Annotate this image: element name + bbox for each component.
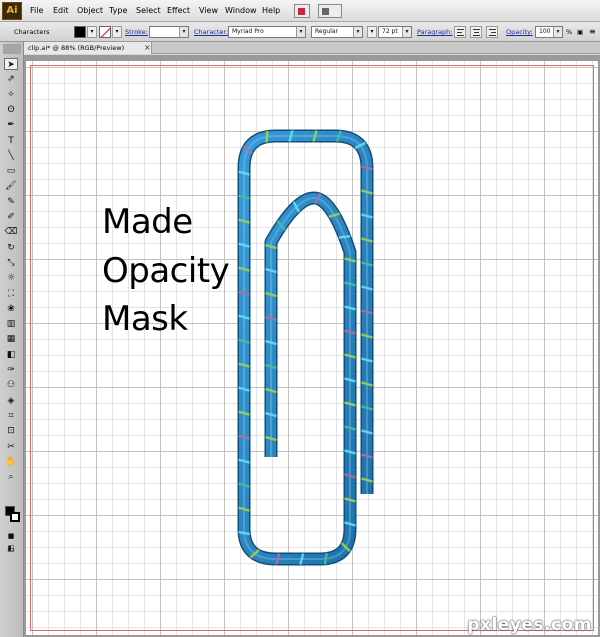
crop-area-tool-icon[interactable]: ⊡	[4, 425, 18, 437]
rectangle-tool-icon[interactable]: ▭	[4, 165, 18, 177]
rotate-tool-icon[interactable]: ↻	[4, 242, 18, 254]
menu-select[interactable]: Select	[136, 0, 161, 22]
warp-tool-icon[interactable]: ☼	[4, 272, 18, 284]
align-right-icon[interactable]	[486, 26, 498, 38]
type-tool-icon[interactable]: T	[4, 135, 18, 147]
opacity-dropdown-icon[interactable]: ▾	[553, 27, 562, 37]
slice-tool-icon[interactable]: ✂	[4, 441, 18, 453]
gradient-tool-icon[interactable]: ◧	[4, 349, 18, 361]
free-transform-tool-icon[interactable]: ⛶	[4, 288, 18, 300]
font-size-field[interactable]: 72 pt ▾	[378, 26, 412, 38]
opacity-unit: %	[566, 28, 573, 36]
selection-type-label: Characters	[14, 28, 50, 36]
blob-brush-tool-icon[interactable]: ✐	[4, 211, 18, 223]
stripe	[338, 235, 351, 239]
line-tool-icon[interactable]: ╲	[4, 150, 18, 162]
opacity-value: 100	[539, 28, 551, 35]
zoom-tool-icon[interactable]: ⌕	[4, 471, 18, 483]
paintbrush-tool-icon[interactable]: 🖌	[4, 180, 18, 192]
live-paint-bucket-tool-icon[interactable]: ◈	[4, 395, 18, 407]
close-tab-icon[interactable]: ×	[144, 42, 152, 54]
caption-line-2[interactable]: Opacity	[102, 251, 262, 291]
menu-help[interactable]: Help	[262, 0, 280, 22]
site-watermark: pxleyes.com	[467, 615, 592, 635]
arrange-documents-icon[interactable]	[318, 4, 342, 18]
paperclip-artwork[interactable]	[26, 61, 598, 635]
magic-wand-tool-icon[interactable]: ✧	[4, 89, 18, 101]
caption-line-1[interactable]: Made	[102, 202, 262, 242]
stroke-weight-dropdown-icon[interactable]: ▾	[179, 27, 188, 37]
font-family-dropdown-icon[interactable]: ▾	[296, 27, 305, 37]
screen-mode-icon[interactable]: ▭	[4, 544, 18, 556]
mesh-tool-icon[interactable]: ▦	[4, 333, 18, 345]
illustrator-logo-icon: Ai	[2, 2, 22, 20]
canvas-area[interactable]: Made Opacity Mask pxleyes.com	[24, 55, 600, 637]
stripe	[323, 552, 328, 565]
blend-tool-icon[interactable]: ⚇	[4, 379, 18, 391]
paragraph-label[interactable]: Paragraph:	[417, 22, 452, 42]
font-style-select[interactable]: Regular ▾	[311, 26, 363, 38]
font-size-dropdown-icon[interactable]: ▾	[402, 27, 411, 37]
control-bar: Characters ▾ ▾ Stroke: ▾ Character: Myri…	[0, 22, 600, 42]
artboard[interactable]: Made Opacity Mask	[26, 61, 598, 635]
symbol-sprayer-tool-icon[interactable]: ❀	[4, 303, 18, 315]
stroke-dropdown-icon[interactable]: ▾	[112, 26, 122, 38]
font-family-select[interactable]: Myriad Pro ▾	[228, 26, 306, 38]
stroke-label[interactable]: Stroke:	[125, 22, 148, 42]
character-label[interactable]: Character:	[194, 22, 228, 42]
stripe	[265, 130, 269, 143]
align-center-icon[interactable]	[470, 26, 482, 38]
document-setup-icon[interactable]: ▣	[577, 22, 583, 42]
panel-menu-icon[interactable]: ≡	[589, 22, 596, 42]
hand-tool-icon[interactable]: ✋	[4, 456, 18, 468]
menu-view[interactable]: View	[199, 0, 218, 22]
menu-window[interactable]: Window	[225, 0, 257, 22]
color-mode-icon[interactable]: ■ ◧	[4, 530, 18, 552]
panel-grip[interactable]	[3, 44, 21, 54]
stroke-swatch-icon[interactable]	[10, 512, 20, 522]
menu-file[interactable]: File	[30, 0, 43, 22]
eyedropper-tool-icon[interactable]: ✑	[4, 364, 18, 376]
stroke-weight-field[interactable]: ▾	[149, 26, 189, 38]
lasso-tool-icon[interactable]: ʘ	[4, 104, 18, 116]
menu-object[interactable]: Object	[77, 0, 103, 22]
pencil-tool-icon[interactable]: ✎	[4, 196, 18, 208]
caption-line-3[interactable]: Mask	[102, 299, 262, 339]
align-left-icon[interactable]	[454, 26, 466, 38]
font-family-value: Myriad Pro	[232, 28, 264, 35]
stroke-color-swatch[interactable]	[99, 26, 111, 38]
graph-tool-icon[interactable]: ▥	[4, 318, 18, 330]
document-tab-title: clip.ai* @ 88% (RGB/Preview)	[28, 44, 125, 52]
document-tab-bar: clip.ai* @ 88% (RGB/Preview) ×	[24, 42, 600, 54]
font-size-value: 72 pt	[382, 28, 398, 35]
font-style-value: Regular	[315, 28, 339, 35]
fill-color-swatch[interactable]	[74, 26, 86, 38]
opacity-field[interactable]: 100 ▾	[535, 26, 563, 38]
document-tab[interactable]: clip.ai* @ 88% (RGB/Preview)	[24, 42, 152, 54]
menu-type[interactable]: Type	[109, 0, 127, 22]
menu-bar: Ai File Edit Object Type Select Effect V…	[0, 0, 600, 22]
live-paint-selection-tool-icon[interactable]: ⌗	[4, 410, 18, 422]
opacity-label[interactable]: Opacity:	[506, 22, 533, 42]
fill-dropdown-icon[interactable]: ▾	[87, 26, 97, 38]
menu-edit[interactable]: Edit	[53, 0, 69, 22]
scale-tool-icon[interactable]: ⤡	[4, 257, 18, 269]
direct-selection-tool-icon[interactable]: ⇗	[4, 73, 18, 85]
menu-effect[interactable]: Effect	[167, 0, 190, 22]
tools-panel: ➤ ⇗ ✧ ʘ ✒ T ╲ ▭ 🖌 ✎ ✐ ⌫ ↻ ⤡ ☼ ⛶ ❀ ▥ ▦ ◧ ✑ ⚇ ◈ ⌗ ⊡ ✂ ✋ ⌕ ■ ◧ ▭	[0, 42, 24, 637]
font-size-stepper-icon[interactable]: ▾	[367, 26, 377, 38]
font-style-dropdown-icon[interactable]: ▾	[353, 27, 362, 37]
eraser-tool-icon[interactable]: ⌫	[4, 226, 18, 238]
bridge-icon[interactable]	[294, 4, 310, 18]
selection-tool-icon[interactable]: ➤	[4, 58, 18, 70]
pen-tool-icon[interactable]: ✒	[4, 119, 18, 131]
